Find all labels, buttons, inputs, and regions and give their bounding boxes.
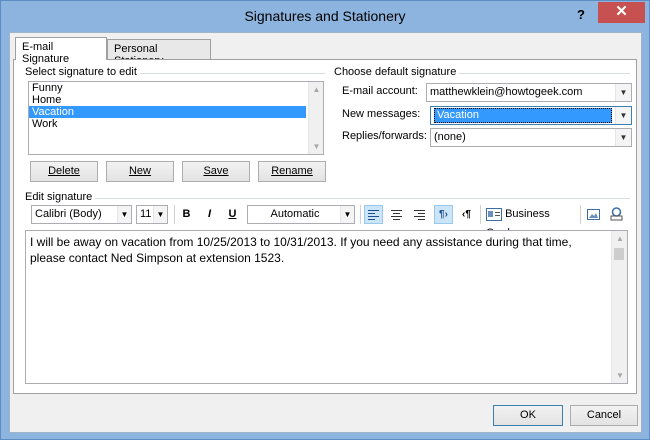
scroll-up-icon[interactable]: ▲: [309, 82, 324, 97]
right-to-left-button[interactable]: ‹¶: [457, 205, 476, 224]
italic-button[interactable]: I: [200, 205, 219, 224]
scroll-down-icon[interactable]: ▼: [612, 368, 628, 383]
default-signature-label: Choose default signature: [334, 66, 460, 78]
chevron-down-icon[interactable]: ▼: [153, 206, 167, 223]
align-left-icon: [368, 210, 379, 220]
replies-forwards-select[interactable]: (none) ▼: [430, 128, 632, 147]
insert-picture-button[interactable]: [584, 205, 603, 224]
font-select[interactable]: Calibri (Body) ▼: [31, 205, 132, 224]
signature-list[interactable]: Funny Home Vacation Work ▲ ▼: [28, 81, 324, 155]
email-account-label: E-mail account:: [342, 85, 418, 97]
left-to-right-button[interactable]: ¶›: [434, 205, 453, 224]
align-left-button[interactable]: [364, 205, 383, 224]
right-to-left-icon: ‹¶: [462, 209, 471, 220]
editor-scroll-thumb[interactable]: [614, 248, 624, 260]
toolbar-separator: [480, 205, 481, 224]
signature-list-scrollbar[interactable]: ▲ ▼: [308, 82, 323, 154]
bold-button[interactable]: B: [177, 205, 196, 224]
edit-signature-label: Edit signature: [25, 191, 96, 203]
delete-button-label: Delete: [48, 165, 80, 177]
toolbar-separator: [580, 205, 581, 224]
font-value: Calibri (Body): [35, 208, 102, 220]
signature-editor[interactable]: I will be away on vacation from 10/25/20…: [25, 230, 628, 384]
dialog-window: Signatures and Stationery ? ✕ E-mail Sig…: [0, 0, 650, 440]
window-title: Signatures and Stationery: [244, 8, 406, 24]
list-item-selected[interactable]: Vacation: [29, 106, 306, 118]
replies-forwards-value: (none): [434, 131, 466, 143]
cancel-button[interactable]: Cancel: [570, 405, 638, 426]
chevron-down-icon[interactable]: ▼: [117, 206, 131, 223]
new-messages-value: Vacation: [434, 108, 612, 123]
business-card-button[interactable]: Business Card: [484, 205, 574, 239]
left-to-right-icon: ¶›: [439, 209, 448, 220]
font-size-value: 11: [140, 208, 152, 220]
tab-personal-stationery[interactable]: Personal Stationery: [107, 39, 211, 67]
editor-scrollbar[interactable]: ▲ ▼: [611, 231, 627, 383]
tab-email-signature[interactable]: E-mail Signature: [15, 37, 107, 65]
insert-hyperlink-button[interactable]: [607, 205, 626, 224]
chevron-down-icon[interactable]: ▼: [340, 206, 354, 223]
scroll-up-icon[interactable]: ▲: [612, 231, 628, 246]
email-account-value: matthewklein@howtogeek.com: [430, 86, 583, 98]
list-item[interactable]: Home: [29, 94, 323, 106]
help-button[interactable]: ?: [574, 7, 588, 23]
chevron-down-icon[interactable]: ▼: [615, 107, 631, 124]
new-messages-select[interactable]: Vacation ▼: [430, 106, 632, 125]
new-button[interactable]: New: [106, 161, 174, 182]
font-color-value: Automatic: [270, 208, 320, 220]
underline-button[interactable]: U: [223, 205, 242, 224]
scroll-down-icon[interactable]: ▼: [309, 139, 324, 154]
rename-button[interactable]: Rename: [258, 161, 326, 182]
save-button-label: Save: [203, 165, 229, 177]
email-account-select[interactable]: matthewklein@howtogeek.com ▼: [426, 83, 632, 102]
close-button[interactable]: ✕: [598, 2, 645, 23]
chevron-down-icon[interactable]: ▼: [615, 129, 631, 146]
new-messages-label: New messages:: [342, 108, 421, 120]
rename-button-label: Rename: [271, 165, 313, 177]
font-size-select[interactable]: 11 ▼: [136, 205, 168, 224]
align-right-button[interactable]: [410, 205, 429, 224]
edit-signature-divider: [25, 198, 630, 199]
tab-email-signature-label: E-mail Signature: [22, 41, 70, 65]
picture-icon: [587, 209, 600, 220]
toolbar-separator: [360, 205, 361, 224]
replies-forwards-label: Replies/forwards:: [342, 130, 427, 142]
align-right-icon: [414, 210, 425, 220]
font-color-select[interactable]: Automatic ▼: [247, 205, 355, 224]
dialog-client-area: E-mail Signature Personal Stationery Sel…: [9, 32, 642, 433]
save-button[interactable]: Save: [182, 161, 250, 182]
select-signature-label: Select signature to edit: [25, 66, 140, 78]
list-item[interactable]: Funny: [29, 82, 323, 94]
align-center-button[interactable]: [387, 205, 406, 224]
delete-button[interactable]: Delete: [30, 161, 98, 182]
business-card-icon: [486, 208, 502, 221]
signature-text[interactable]: I will be away on vacation from 10/25/20…: [30, 234, 610, 266]
align-center-icon: [391, 210, 402, 220]
chevron-down-icon[interactable]: ▼: [615, 84, 631, 101]
new-button-label: New: [128, 165, 151, 177]
list-item[interactable]: Work: [29, 118, 323, 130]
toolbar-separator: [174, 205, 175, 224]
title-bar[interactable]: Signatures and Stationery ? ✕: [1, 1, 649, 32]
ok-button[interactable]: OK: [493, 405, 563, 426]
hyperlink-icon: [610, 207, 623, 221]
